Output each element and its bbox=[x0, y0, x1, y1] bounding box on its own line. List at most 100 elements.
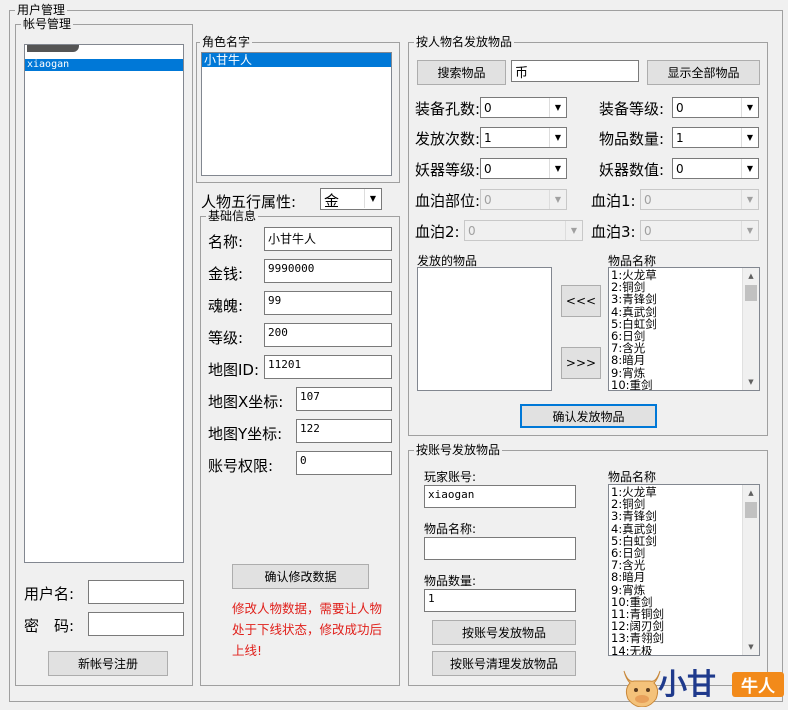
password-input[interactable] bbox=[88, 612, 184, 636]
chevron-down-icon: ▼ bbox=[549, 159, 566, 178]
field-label-soul: 魂魄: bbox=[208, 297, 244, 315]
field-input-money[interactable]: 9990000 bbox=[264, 259, 392, 283]
field-input-soul[interactable]: 99 bbox=[264, 291, 392, 315]
player-account-label: 玩家账号: bbox=[424, 470, 477, 484]
field-input-name[interactable]: 小甘牛人 bbox=[264, 227, 392, 251]
account-list[interactable]: xiaogan bbox=[24, 44, 184, 563]
chevron-down-icon: ▼ bbox=[741, 128, 758, 147]
scroll-up-icon[interactable]: ▲ bbox=[743, 268, 759, 284]
role-legend: 角色名字 bbox=[200, 35, 253, 49]
chevron-down-icon: ▼ bbox=[549, 128, 566, 147]
field-label-map-y: 地图Y坐标: bbox=[208, 425, 283, 443]
combo-label-demon-level: 妖器等级: bbox=[415, 161, 481, 179]
account-item-scrollbar[interactable]: ▲ ▼ bbox=[742, 485, 759, 655]
combo-equip-level-value: 0 bbox=[676, 101, 684, 115]
field-input-map-id[interactable]: 11201 bbox=[264, 355, 392, 379]
account-item-list-items[interactable]: 1:火龙草 2:铜剑 3:青锋剑 4:真武剑 5:白虹剑 6:日剑 7:含光 8:暗月 9:宵炼… bbox=[609, 485, 759, 655]
basic-info-legend: 基础信息 bbox=[206, 209, 259, 223]
search-input[interactable]: 币 bbox=[511, 60, 639, 82]
warning-text: 修改人物数据，需要让人物处于下线状态，修改成功后上线! bbox=[232, 601, 383, 658]
confirm-modify-button[interactable]: 确认修改数据 bbox=[232, 564, 369, 589]
search-items-button[interactable]: 搜索物品 bbox=[417, 60, 506, 85]
field-label-level: 等级: bbox=[208, 329, 244, 347]
combo-blood-part-value: 0 bbox=[484, 193, 492, 207]
combo-slots[interactable]: 0 ▼ bbox=[480, 97, 567, 118]
chevron-down-icon: ▼ bbox=[741, 98, 758, 117]
field-input-level[interactable]: 200 bbox=[264, 323, 392, 347]
scroll-up-icon[interactable]: ▲ bbox=[743, 485, 759, 501]
item-name-list-items[interactable]: 1:火龙草 2:铜剑 3:青锋剑 4:真武剑 5:白虹剑 6:日剑 7:含光 8:暗月 9:宵炼… bbox=[609, 268, 759, 390]
account-qty-input[interactable]: 1 bbox=[424, 589, 576, 612]
scroll-thumb[interactable] bbox=[745, 502, 757, 518]
field-input-map-x[interactable]: 107 bbox=[296, 387, 392, 411]
list-item[interactable]: 9:宵炼 bbox=[611, 583, 757, 595]
list-item[interactable]: 8:暗月 bbox=[611, 354, 757, 366]
account-list-item-hidden[interactable] bbox=[27, 45, 79, 52]
by-name-legend: 按人物名发放物品 bbox=[414, 35, 515, 49]
list-item[interactable]: 3:青锋剑 bbox=[611, 293, 757, 305]
five-element-select[interactable]: 金 ▼ bbox=[320, 188, 382, 210]
account-item-list-label: 物品名称 bbox=[608, 470, 657, 484]
list-item[interactable]: 3:青锋剑 bbox=[611, 510, 757, 522]
combo-equip-level[interactable]: 0 ▼ bbox=[672, 97, 759, 118]
scroll-down-icon[interactable]: ▼ bbox=[743, 639, 759, 655]
move-right-button[interactable]: >>> bbox=[561, 347, 601, 379]
combo-demon-level-value: 0 bbox=[484, 162, 492, 176]
account-item-name-input[interactable] bbox=[424, 537, 576, 560]
scroll-thumb[interactable] bbox=[745, 285, 757, 301]
scroll-down-icon[interactable]: ▼ bbox=[743, 374, 759, 390]
send-by-account-button[interactable]: 按账号发放物品 bbox=[432, 620, 576, 645]
chevron-down-icon: ▼ bbox=[741, 190, 758, 209]
combo-quantity[interactable]: 1 ▼ bbox=[672, 127, 759, 148]
field-input-map-y[interactable]: 122 bbox=[296, 419, 392, 443]
list-item[interactable]: 13:青翎剑 bbox=[611, 632, 757, 644]
item-list-scrollbar[interactable]: ▲ ▼ bbox=[742, 268, 759, 390]
item-name-list[interactable]: 1:火龙草 2:铜剑 3:青锋剑 4:真武剑 5:白虹剑 6:日剑 7:含光 8:暗月 9:宵炼… bbox=[608, 267, 760, 391]
list-item[interactable]: 4:真武剑 bbox=[611, 522, 757, 534]
confirm-issue-button[interactable]: 确认发放物品 bbox=[520, 404, 657, 428]
list-item[interactable]: 10:重剑 bbox=[611, 379, 757, 390]
chevron-down-icon: ▼ bbox=[741, 159, 758, 178]
combo-times-value: 1 bbox=[484, 131, 492, 145]
combo-label-blood-part: 血泊部位: bbox=[415, 192, 481, 210]
password-label: 密 码: bbox=[24, 617, 75, 635]
logo-text-main: 小甘 bbox=[658, 667, 717, 701]
combo-label-blood1: 血泊1: bbox=[591, 192, 636, 210]
chevron-down-icon: ▼ bbox=[741, 221, 758, 240]
chevron-down-icon: ▼ bbox=[549, 98, 566, 117]
role-list-item[interactable]: 小甘牛人 bbox=[202, 53, 391, 67]
issued-items-list[interactable] bbox=[417, 267, 552, 391]
combo-blood3: 0 ▼ bbox=[640, 220, 759, 241]
combo-blood1-value: 0 bbox=[644, 193, 652, 207]
chevron-down-icon: ▼ bbox=[565, 221, 582, 240]
by-account-legend: 按账号发放物品 bbox=[414, 443, 503, 457]
combo-blood1: 0 ▼ bbox=[640, 189, 759, 210]
combo-times[interactable]: 1 ▼ bbox=[480, 127, 567, 148]
role-list[interactable]: 小甘牛人 bbox=[201, 52, 392, 176]
combo-label-demon-value: 妖器数值: bbox=[599, 161, 665, 179]
player-account-input[interactable]: xiaogan bbox=[424, 485, 576, 508]
register-button[interactable]: 新帐号注册 bbox=[48, 651, 168, 676]
list-item[interactable]: 14:无极 bbox=[611, 644, 757, 655]
combo-demon-value[interactable]: 0 ▼ bbox=[672, 158, 759, 179]
move-left-button[interactable]: <<< bbox=[561, 285, 601, 317]
combo-blood2: 0 ▼ bbox=[464, 220, 583, 241]
brand-logo: 小甘 牛人 bbox=[616, 660, 788, 709]
account-item-name-label: 物品名称: bbox=[424, 522, 477, 536]
list-item[interactable]: 9:宵炼 bbox=[611, 366, 757, 378]
clear-by-account-button[interactable]: 按账号清理发放物品 bbox=[432, 651, 576, 676]
field-label-money: 金钱: bbox=[208, 265, 244, 283]
list-item[interactable]: 8:暗月 bbox=[611, 571, 757, 583]
five-element-value: 金 bbox=[324, 192, 340, 210]
combo-label-blood2: 血泊2: bbox=[415, 223, 460, 241]
combo-label-quantity: 物品数量: bbox=[599, 130, 665, 148]
show-all-items-button[interactable]: 显示全部物品 bbox=[647, 60, 760, 85]
account-item-list[interactable]: 1:火龙草 2:铜剑 3:青锋剑 4:真武剑 5:白虹剑 6:日剑 7:含光 8:暗月 9:宵炼… bbox=[608, 484, 760, 656]
account-list-item[interactable]: xiaogan bbox=[25, 59, 183, 71]
combo-label-blood3: 血泊3: bbox=[591, 223, 636, 241]
list-item[interactable]: 4:真武剑 bbox=[611, 305, 757, 317]
username-input[interactable] bbox=[88, 580, 184, 604]
chevron-down-icon: ▼ bbox=[549, 190, 566, 209]
field-input-permission[interactable]: 0 bbox=[296, 451, 392, 475]
combo-demon-level[interactable]: 0 ▼ bbox=[480, 158, 567, 179]
